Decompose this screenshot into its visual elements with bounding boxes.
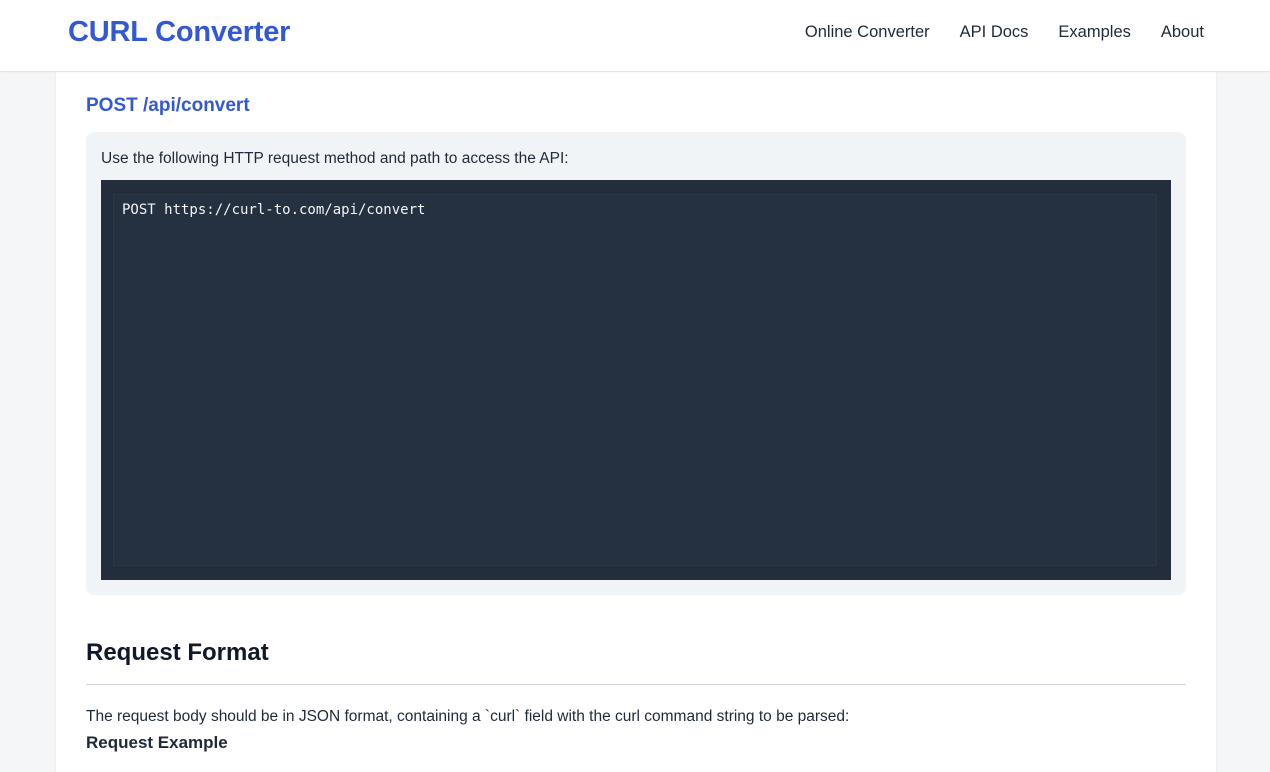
documentation-content: POST /api/convert Use the following HTTP… bbox=[56, 72, 1216, 772]
endpoint-title: POST /api/convert bbox=[86, 95, 250, 116]
request-example-heading: Request Example bbox=[86, 733, 228, 752]
brand-logo-link[interactable]: CURL Converter bbox=[68, 14, 290, 50]
section-divider bbox=[86, 684, 1186, 685]
request-format-description: The request body should be in JSON forma… bbox=[86, 708, 850, 725]
code-content-area[interactable]: POST https://curl-to.com/api/convert bbox=[113, 194, 1157, 566]
top-navigation-bar: CURL Converter Online Converter API Docs… bbox=[0, 0, 1270, 72]
request-format-heading: Request Format bbox=[86, 639, 269, 666]
endpoint-code-block: POST https://curl-to.com/api/convert bbox=[101, 180, 1171, 580]
nav-online-converter[interactable]: Online Converter bbox=[805, 20, 930, 44]
endpoint-code-text[interactable]: POST https://curl-to.com/api/convert bbox=[122, 199, 425, 221]
endpoint-info-panel: Use the following HTTP request method an… bbox=[86, 132, 1186, 595]
nav-examples[interactable]: Examples bbox=[1058, 20, 1130, 44]
nav-api-docs[interactable]: API Docs bbox=[960, 20, 1029, 44]
nav-about[interactable]: About bbox=[1161, 20, 1204, 44]
main-navigation: Online Converter API Docs Examples About bbox=[805, 20, 1204, 44]
endpoint-description: Use the following HTTP request method an… bbox=[101, 150, 569, 167]
